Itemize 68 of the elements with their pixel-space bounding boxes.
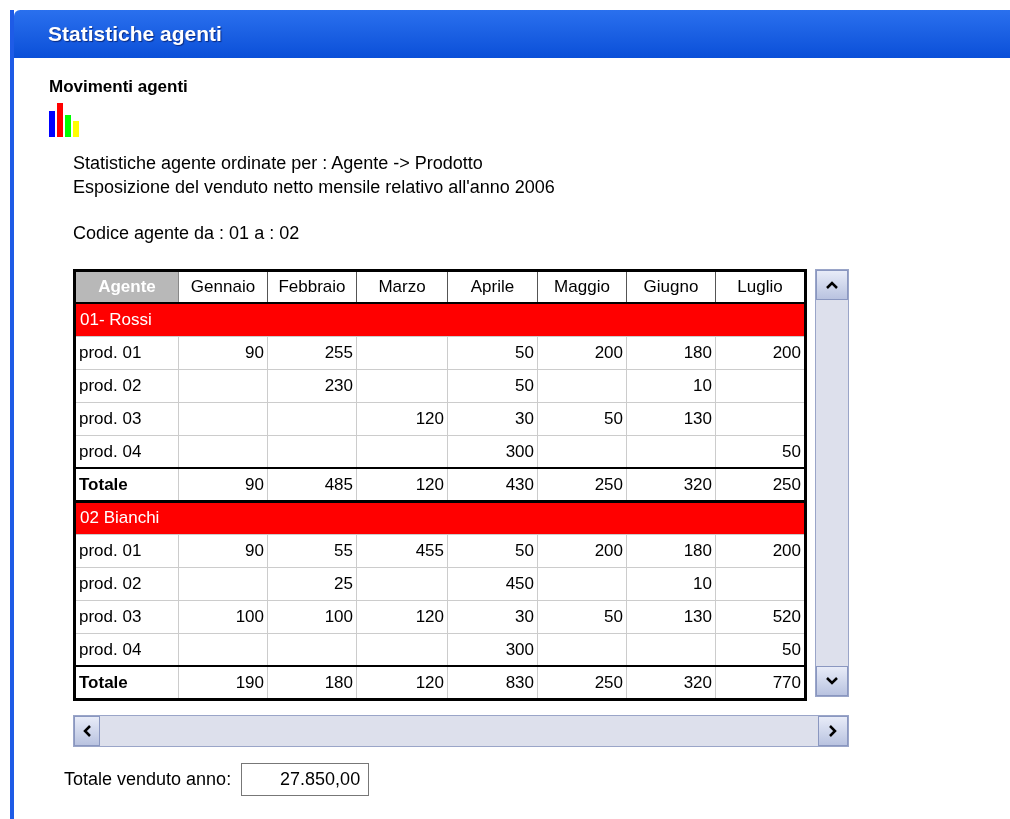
section-title: Movimenti agenti [49, 76, 189, 98]
agent-group-row: 01- Rossi [74, 303, 806, 336]
table-cell: 50 [537, 402, 627, 435]
table-cell: 250 [537, 666, 627, 699]
scroll-right-icon [829, 724, 837, 737]
column-header: Marzo [356, 270, 448, 303]
table-cell: 180 [626, 336, 716, 369]
table-cell: 320 [626, 666, 716, 699]
scroll-left-button[interactable] [74, 715, 100, 746]
vertical-scrollbar[interactable] [815, 268, 849, 697]
row-label: prod. 02 [74, 567, 179, 600]
table-cell: 130 [626, 402, 716, 435]
scroll-down-button[interactable] [816, 665, 848, 696]
table-cell: 25 [267, 567, 357, 600]
column-header: Luglio [715, 270, 806, 303]
scroll-left-icon [83, 724, 91, 737]
table-cell: 30 [447, 600, 538, 633]
table-cell: 100 [178, 600, 268, 633]
row-label: prod. 02 [74, 369, 179, 402]
window-title: Statistiche agenti [48, 21, 222, 48]
column-header: Aprile [447, 270, 538, 303]
row-label: prod. 03 [74, 402, 179, 435]
total-sold-field: 27.850,00 [241, 762, 370, 796]
table-cell: 770 [715, 666, 806, 699]
table-cell: 200 [537, 534, 627, 567]
table-cell: 120 [356, 402, 448, 435]
row-label: prod. 01 [74, 534, 179, 567]
table-cell: 100 [267, 600, 357, 633]
agent-group-row: 02 Bianchi [74, 501, 806, 534]
table-cell: 830 [447, 666, 538, 699]
table-cell: 50 [447, 534, 538, 567]
table-cell: 200 [537, 336, 627, 369]
scroll-up-button[interactable] [816, 269, 848, 300]
table-cell: 50 [447, 336, 538, 369]
table-cell: 10 [626, 567, 716, 600]
column-header: Gennaio [178, 270, 268, 303]
table-cell: 180 [267, 666, 357, 699]
table-cell: 10 [626, 369, 716, 402]
table-cell: 55 [267, 534, 357, 567]
table-cell: 120 [356, 666, 448, 699]
table-cell: 180 [626, 534, 716, 567]
scroll-right-button[interactable] [818, 715, 848, 746]
table-cell: 50 [537, 600, 627, 633]
table-cell: 230 [267, 369, 357, 402]
table-cell: 130 [626, 600, 716, 633]
horizontal-scrollbar[interactable] [73, 714, 849, 747]
table-cell: 120 [356, 600, 448, 633]
table-cell: 50 [447, 369, 538, 402]
table-cell: 30 [447, 402, 538, 435]
table-cell: 455 [356, 534, 448, 567]
table-cell: 90 [178, 336, 268, 369]
description-text: Statistiche agente ordinate per : Agente -> Prodotto [73, 151, 484, 175]
column-header: Maggio [537, 270, 627, 303]
scroll-down-icon [826, 676, 838, 685]
total-sold-label: Totale venduto anno: [64, 767, 232, 791]
table-cell: 90 [178, 534, 268, 567]
table-cell: 450 [447, 567, 538, 600]
scroll-up-icon [826, 280, 838, 289]
row-label: Totale [74, 666, 179, 699]
row-label: prod. 03 [74, 600, 179, 633]
table-cell: 255 [267, 336, 357, 369]
column-header: Febbraio [267, 270, 357, 303]
column-header: Giugno [626, 270, 716, 303]
table-cell: 190 [178, 666, 268, 699]
column-header: Agente [74, 270, 179, 303]
row-label: prod. 01 [74, 336, 179, 369]
description-text: Esposizione del venduto netto mensile relativo all'anno 2006 [73, 175, 556, 199]
agent-range-text: Codice agente da : 01 a : 02 [73, 221, 301, 245]
